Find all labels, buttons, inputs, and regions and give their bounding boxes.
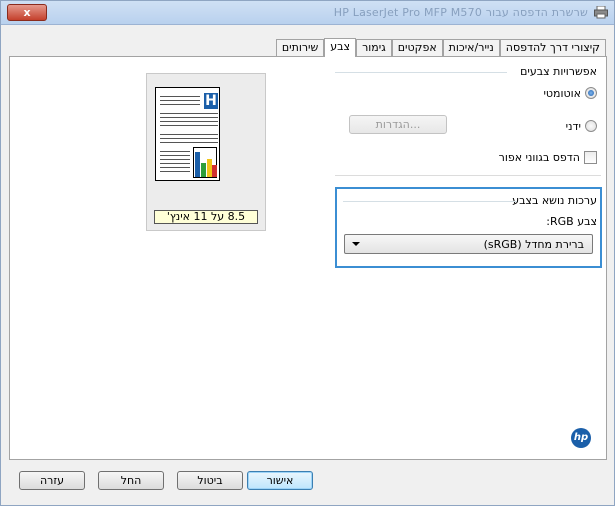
tab-effects[interactable]: אפקטים (391, 39, 443, 56)
window-title: שרשרת הדפסה עבור HP LaserJet Pro MFP M57… (333, 6, 588, 19)
titlebar: x שרשרת הדפסה עבור HP LaserJet Pro MFP M… (1, 1, 614, 25)
settings-button[interactable]: הגדרות... (349, 115, 447, 134)
page-preview: H 8.5 על 11 אינץ' (146, 73, 266, 231)
close-button[interactable]: x (7, 4, 47, 21)
chevron-down-icon[interactable] (352, 242, 360, 246)
color-options-title: אפשרויות צבעים (520, 65, 597, 78)
manual-label: ידני (565, 119, 581, 133)
group-divider (335, 72, 507, 73)
automatic-label: אוטומטי (543, 86, 581, 100)
group-divider (343, 201, 517, 202)
rgb-color-value: ברירת מחדל (sRGB) (483, 238, 584, 251)
automatic-option[interactable]: אוטומטי (543, 86, 597, 100)
tab-color[interactable]: צבע (324, 38, 357, 57)
tab-paper-quality[interactable]: נייר/איכות (442, 39, 500, 56)
grayscale-checkbox[interactable] (584, 150, 597, 164)
manual-option[interactable]: ידני (566, 119, 597, 133)
paper-size-label: 8.5 על 11 אינץ' (154, 210, 258, 224)
color-themes-title: ערכות נושא בצבע (512, 194, 597, 207)
close-icon[interactable]: x (23, 6, 30, 19)
tab-print-shortcuts[interactable]: קיצורי דרך להדפסה (499, 39, 606, 56)
grayscale-label: הדפס בגווני אפור (498, 150, 580, 164)
h-logo-icon: H (204, 93, 218, 109)
hp-logo-icon: hp (571, 428, 591, 448)
print-preferences-window: x שרשרת הדפסה עבור HP LaserJet Pro MFP M… (0, 0, 615, 506)
apply-button[interactable]: החל (98, 471, 164, 490)
ok-button[interactable]: אישור (247, 471, 313, 490)
section-divider (335, 175, 601, 176)
printer-icon (594, 6, 608, 19)
rgb-color-label: צבע RGB: (546, 215, 597, 228)
tab-services[interactable]: שירותים (275, 39, 325, 56)
grayscale-option[interactable]: הדפס בגווני אפור (499, 150, 597, 164)
rgb-color-select[interactable]: ברירת מחדל (sRGB) (344, 234, 593, 254)
tab-strip: קיצורי דרך להדפסה נייר/איכות אפקטים גימו… (275, 38, 606, 57)
help-button[interactable]: עזרה (19, 471, 85, 490)
tab-finishing[interactable]: גימור (356, 39, 392, 56)
preview-page: H (155, 87, 220, 181)
manual-radio[interactable] (585, 120, 597, 132)
cancel-button[interactable]: ביטול (177, 471, 243, 490)
color-tab-panel: אפשרויות צבעים אוטומטי ידני הגדרות... הד… (9, 56, 607, 460)
bar-chart-icon (193, 147, 217, 178)
automatic-radio[interactable] (585, 87, 597, 99)
